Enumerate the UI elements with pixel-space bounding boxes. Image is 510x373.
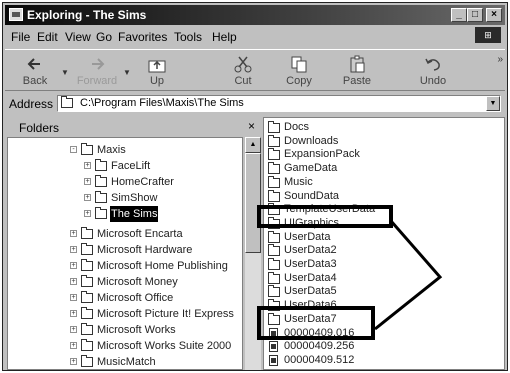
explorer-window: Exploring - The Sims _ □ × File Edit Vie… bbox=[2, 2, 508, 371]
annotation-connector bbox=[374, 220, 443, 331]
